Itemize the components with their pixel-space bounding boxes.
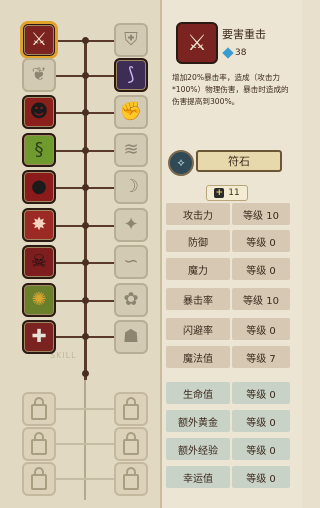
stat-level: 等级 0 (232, 318, 290, 340)
swirl-icon[interactable]: ✿ (114, 283, 148, 317)
locked-branch (54, 408, 116, 410)
bomb-icon[interactable]: ● (22, 170, 56, 204)
locked-skill-icon[interactable] (22, 392, 56, 426)
locked-skill-icon[interactable] (22, 462, 56, 496)
lock-icon (31, 432, 47, 455)
lock-icon (31, 397, 47, 420)
rune-button[interactable]: 符石 (196, 150, 282, 172)
stat-row[interactable]: 额外经验 等级 0 (166, 438, 290, 460)
locked-trunk (84, 380, 86, 500)
skill-description: 增加20%暴击率，造成（攻击力*100%）物理伤害，暴击时造成的伤害提高到300… (172, 73, 289, 106)
stat-name: 生命值 (166, 382, 230, 404)
bloody-fist-icon[interactable]: ✊ (114, 95, 148, 129)
shield-icon[interactable]: ⛨ (114, 23, 148, 57)
tree-node (82, 72, 89, 79)
tree-node (82, 147, 89, 154)
claw-slash-icon[interactable]: ⟆ (114, 58, 148, 92)
sword-slash-icon[interactable]: ⚔ (20, 21, 58, 59)
tree-node (82, 222, 89, 229)
stat-row[interactable]: 幸运值 等级 0 (166, 466, 290, 488)
stat-level: 等级 0 (232, 230, 290, 252)
locked-skill-icon[interactable] (114, 427, 148, 461)
stat-row[interactable]: 闪避率 等级 0 (166, 318, 290, 340)
lock-icon (31, 467, 47, 490)
lock-icon (123, 432, 139, 455)
locked-skill-icon[interactable] (22, 427, 56, 461)
locked-skill-icon[interactable] (114, 392, 148, 426)
stat-name: 额外黄金 (166, 410, 230, 432)
selected-skill-icon: ⚔ (176, 22, 218, 64)
shadow-strike-icon[interactable]: ☠ (22, 245, 56, 279)
skill-cost: 38 (222, 47, 247, 59)
locked-skill-icon[interactable] (114, 462, 148, 496)
wind-gust-icon[interactable]: ✦ (114, 208, 148, 242)
locked-branch (54, 478, 116, 480)
skill-points-value: 11 (228, 188, 240, 198)
tree-node (82, 297, 89, 304)
stat-level: 等级 10 (232, 203, 290, 225)
stat-level: 等级 0 (232, 466, 290, 488)
tree-trunk (84, 40, 87, 380)
skill-cost-value: 38 (235, 48, 247, 58)
leaf-whirl-icon[interactable]: ❦ (22, 58, 56, 92)
skill-title: 要害重击 (222, 28, 266, 41)
armored-knight-icon[interactable]: ☗ (114, 320, 148, 354)
stat-row[interactable]: 魔法值 等级 7 (166, 346, 290, 368)
stat-name: 幸运值 (166, 466, 230, 488)
tree-node (82, 184, 89, 191)
stat-name: 防御 (166, 230, 230, 252)
demon-mask-icon[interactable]: ☻ (22, 95, 56, 129)
tree-node (82, 37, 89, 44)
stat-row[interactable]: 暴击率 等级 10 (166, 288, 290, 310)
stat-name: 额外经验 (166, 438, 230, 460)
burst-arrows-icon[interactable]: ✸ (22, 208, 56, 242)
tree-node (82, 370, 89, 377)
stat-level: 等级 10 (232, 288, 290, 310)
stat-level: 等级 0 (232, 382, 290, 404)
skill-tree-panel: SKILL ⚔ ❦ ☻ § ● ✸ ☠ ✺ ✚ ⛨ ⟆ ✊ ≋ ☽ ✦ ∽ ✿ … (0, 0, 162, 508)
stat-level: 等级 0 (232, 438, 290, 460)
tornado-icon[interactable]: ≋ (114, 133, 148, 167)
ghost-icon[interactable]: ☽ (114, 170, 148, 204)
stat-name: 攻击力 (166, 203, 230, 225)
serpent-icon[interactable]: § (22, 133, 56, 167)
gem-icon (222, 47, 234, 59)
stat-row[interactable]: 魔力 等级 0 (166, 258, 290, 280)
stat-row[interactable]: 防御 等级 0 (166, 230, 290, 252)
stat-name: 魔法值 (166, 346, 230, 368)
lock-icon (123, 467, 139, 490)
tree-node (82, 333, 89, 340)
skill-points: + 11 (206, 185, 248, 201)
thorn-beast-icon[interactable]: ✺ (22, 283, 56, 317)
stat-row[interactable]: 攻击力 等级 10 (166, 203, 290, 225)
stat-name: 魔力 (166, 258, 230, 280)
stat-row[interactable]: 额外黄金 等级 0 (166, 410, 290, 432)
tree-node (82, 259, 89, 266)
skill-screen: SKILL ⚔ ❦ ☻ § ● ✸ ☠ ✺ ✚ ⛨ ⟆ ✊ ≋ ☽ ✦ ∽ ✿ … (0, 0, 302, 508)
tree-node (82, 109, 89, 116)
stat-level: 等级 7 (232, 346, 290, 368)
stat-name: 暴击率 (166, 288, 230, 310)
dragon-icon[interactable]: ∽ (114, 245, 148, 279)
lock-icon (123, 397, 139, 420)
stat-row[interactable]: 生命值 等级 0 (166, 382, 290, 404)
stat-name: 闪避率 (166, 318, 230, 340)
stat-level: 等级 0 (232, 258, 290, 280)
cross-blades-icon[interactable]: ✚ (22, 320, 56, 354)
rune-icon[interactable]: ⟡ (168, 150, 194, 176)
stat-level: 等级 0 (232, 410, 290, 432)
plus-icon: + (214, 188, 225, 198)
locked-branch (54, 443, 116, 445)
